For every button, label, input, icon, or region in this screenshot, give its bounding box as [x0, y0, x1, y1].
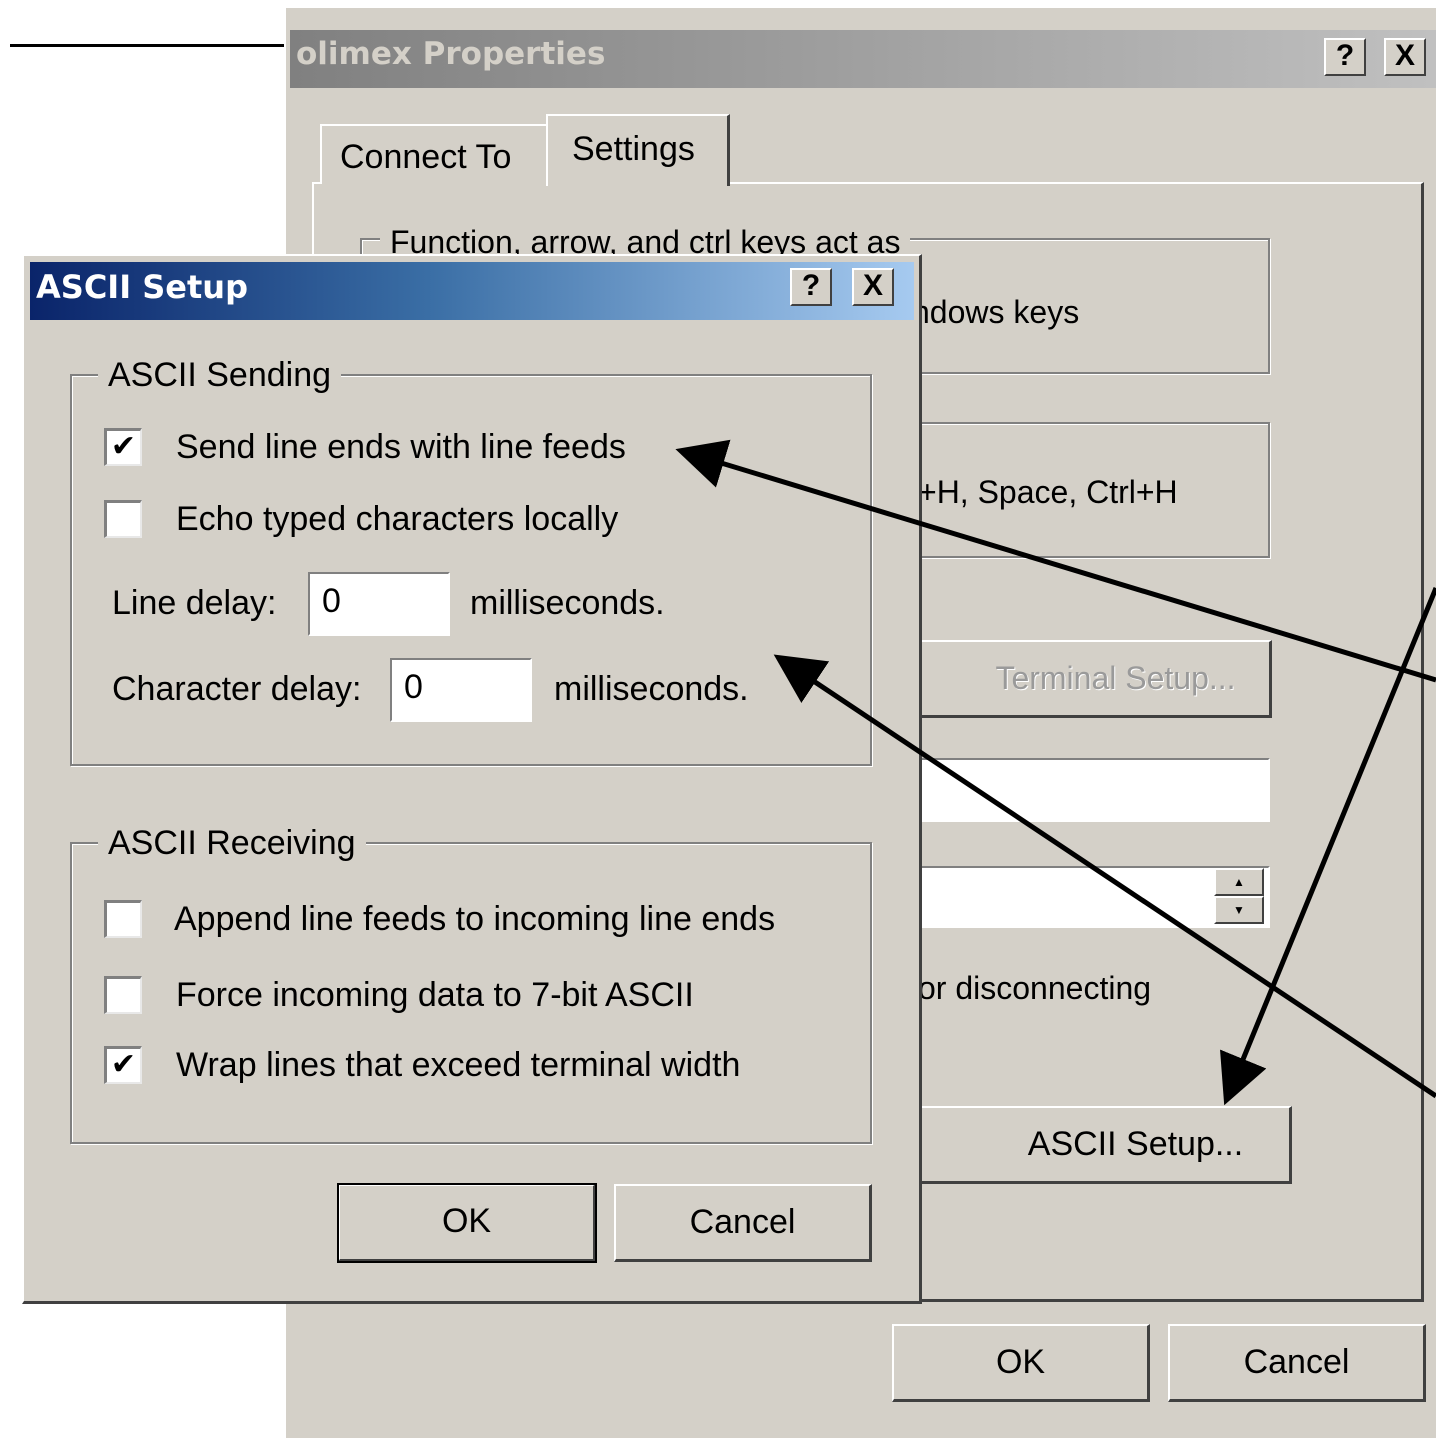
- arrow-to-ascii-setup-button: [1220, 587, 1436, 1106]
- arrow-to-line-delay: [773, 654, 1436, 1099]
- annotation-arrows: [675, 439, 1436, 1106]
- arrow-to-send-line-ends: [675, 439, 1436, 683]
